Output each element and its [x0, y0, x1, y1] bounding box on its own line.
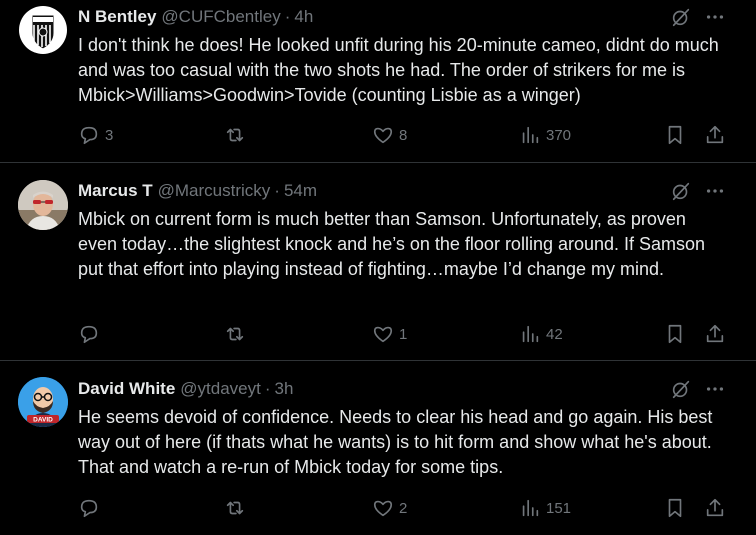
cartoon-avatar: DAVID — [18, 377, 68, 427]
views-icon — [522, 325, 539, 343]
bookmark-button[interactable] — [664, 496, 686, 520]
share-icon — [706, 498, 724, 517]
author-name[interactable]: Marcus T — [78, 181, 153, 201]
more-icon[interactable] — [704, 378, 726, 400]
like-count: 1 — [399, 325, 408, 343]
view-count: 370 — [546, 126, 572, 144]
grok-icon[interactable] — [670, 378, 692, 400]
views-button[interactable]: 42 — [519, 322, 563, 346]
repost-icon — [226, 128, 244, 142]
heart-icon — [373, 127, 393, 144]
author-handle[interactable]: @Marcustricky — [158, 181, 271, 201]
avatar[interactable] — [18, 5, 68, 55]
separator-dot: · — [284, 7, 291, 26]
reply-count: 3 — [105, 126, 114, 144]
bookmark-button[interactable] — [664, 322, 686, 346]
view-count: 42 — [546, 325, 563, 343]
bookmark-icon — [668, 498, 682, 518]
share-button[interactable] — [704, 322, 726, 346]
tweet-header: David White @ytdaveyt · 3h — [78, 378, 756, 400]
grok-icon[interactable] — [670, 180, 692, 202]
author-name[interactable]: N Bentley — [78, 7, 156, 27]
tweet-text: He seems devoid of confidence. Needs to … — [78, 407, 713, 477]
reply-button[interactable] — [78, 496, 105, 520]
heart-icon — [373, 326, 393, 343]
like-button[interactable]: 8 — [372, 123, 407, 147]
club-crest-icon — [19, 6, 67, 54]
tweet[interactable]: DAVID David White @ytdaveyt · 3h He seem… — [0, 361, 756, 535]
share-icon — [706, 324, 724, 343]
views-button[interactable]: 151 — [519, 496, 571, 520]
bookmark-button[interactable] — [664, 123, 686, 147]
share-icon — [706, 125, 724, 144]
separator-dot: · — [274, 181, 280, 200]
separator-dot: · — [264, 379, 271, 398]
timestamp[interactable]: 54m — [284, 181, 317, 201]
like-count: 8 — [399, 126, 408, 144]
author-handle[interactable]: @ytdaveyt — [180, 379, 261, 399]
person-photo — [18, 180, 68, 230]
repost-icon — [226, 327, 244, 341]
avatar[interactable]: DAVID — [18, 377, 68, 427]
reply-button[interactable]: 3 — [78, 123, 113, 147]
like-button[interactable]: 1 — [372, 322, 407, 346]
more-icon[interactable] — [704, 180, 726, 202]
heart-icon — [373, 500, 393, 517]
repost-button[interactable] — [224, 123, 251, 147]
timestamp[interactable]: 3h — [275, 379, 294, 399]
avatar[interactable] — [18, 180, 68, 230]
share-button[interactable] — [704, 123, 726, 147]
reply-icon — [80, 325, 98, 344]
tweet-actions: 2 151 — [78, 496, 728, 520]
grok-icon[interactable] — [670, 6, 692, 28]
repost-icon — [226, 501, 244, 515]
avatar-label: DAVID — [33, 417, 53, 424]
tweet[interactable]: Marcus T @Marcustricky · 54m Mbick on cu… — [0, 163, 756, 361]
bookmark-icon — [668, 125, 682, 145]
tweet-header: Marcus T @Marcustricky · 54m — [78, 180, 756, 202]
tweet-text: Mbick on current form is much better tha… — [78, 209, 706, 279]
share-button[interactable] — [704, 496, 726, 520]
tweet-header: N Bentley @CUFCbentley · 4h — [78, 6, 756, 28]
timestamp[interactable]: 4h — [294, 7, 313, 27]
reply-icon — [80, 126, 98, 145]
like-button[interactable]: 2 — [372, 496, 407, 520]
views-icon — [522, 499, 539, 517]
views-button[interactable]: 370 — [519, 123, 571, 147]
more-icon[interactable] — [704, 6, 726, 28]
tweet[interactable]: N Bentley @CUFCbentley · 4h I don't thin… — [0, 0, 756, 163]
reply-button[interactable] — [78, 322, 105, 346]
view-count: 151 — [546, 499, 572, 517]
tweet-actions: 3 8 370 — [78, 123, 728, 147]
author-name[interactable]: David White — [78, 379, 175, 399]
like-count: 2 — [399, 499, 408, 517]
bookmark-icon — [668, 324, 682, 344]
repost-button[interactable] — [224, 496, 251, 520]
reply-icon — [80, 499, 98, 518]
views-icon — [522, 126, 539, 144]
tweet-actions: 1 42 — [78, 322, 728, 346]
repost-button[interactable] — [224, 322, 251, 346]
author-handle[interactable]: @CUFCbentley — [161, 7, 280, 27]
tweet-text: I don't think he does! He looked unfit d… — [78, 35, 719, 105]
